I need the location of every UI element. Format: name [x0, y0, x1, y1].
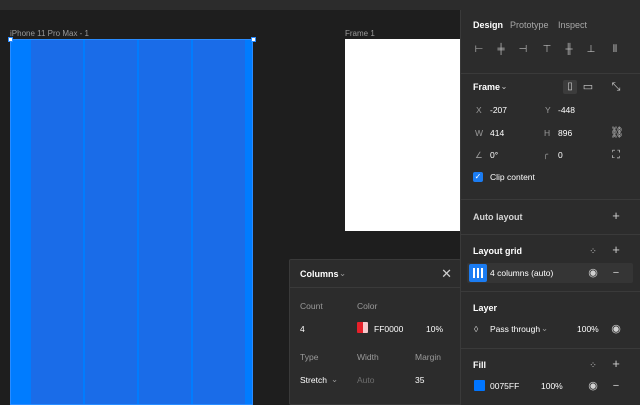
- resize-to-fit-icon[interactable]: ⤡: [610, 81, 622, 93]
- corner-radius-icon: ╭: [543, 149, 549, 159]
- frame-label-iphone[interactable]: iPhone 11 Pro Max - 1: [10, 29, 89, 38]
- y-label: Y: [545, 105, 551, 115]
- distribute-icon[interactable]: ⫴: [609, 44, 621, 56]
- tab-inspect[interactable]: Inspect: [558, 20, 587, 30]
- resize-handle-top-right[interactable]: [251, 37, 256, 42]
- fill-styles-icon[interactable]: ⁘: [587, 359, 599, 371]
- design-panel: Design Prototype Inspect ⊢ ╪ ⊣ ⊤ ╫ ⊥ ⫴ F…: [460, 10, 640, 405]
- type-label: Type: [300, 352, 319, 362]
- rotation-icon: ∠: [475, 150, 483, 160]
- frame-section-title: Frame: [473, 82, 501, 92]
- landscape-icon[interactable]: ▭: [582, 81, 594, 93]
- x-label: X: [476, 105, 482, 115]
- layer-opacity-input[interactable]: 100%: [577, 324, 599, 334]
- clip-content-checkbox[interactable]: ✓: [473, 172, 483, 182]
- auto-layout-title: Auto layout: [473, 212, 523, 222]
- grid-column: [193, 39, 245, 405]
- add-auto-layout-icon[interactable]: +: [610, 209, 622, 222]
- margin-input[interactable]: 35: [415, 375, 424, 385]
- frame-section: Frame ⌄ ▯ ▭ ⤡ X -207 Y -448 W 414 H 896 …: [461, 74, 640, 200]
- layout-grid-section: Layout grid ⁘ + 4 columns (auto) ◉ −: [461, 235, 640, 292]
- layer-title: Layer: [473, 303, 498, 313]
- x-input[interactable]: -207: [490, 105, 507, 115]
- fill-opacity-input[interactable]: 100%: [541, 381, 563, 391]
- grid-column: [31, 39, 83, 405]
- constrain-proportions-icon[interactable]: ⛓: [610, 127, 624, 139]
- align-left-icon[interactable]: ⊢: [473, 44, 485, 56]
- grid-styles-icon[interactable]: ⁘: [587, 245, 599, 257]
- fill-title: Fill: [473, 360, 486, 370]
- column-width-input[interactable]: Auto: [357, 375, 375, 385]
- rotation-input[interactable]: 0°: [490, 150, 498, 160]
- width-input[interactable]: 414: [490, 128, 504, 138]
- close-icon[interactable]: ✕: [441, 267, 452, 280]
- portrait-icon[interactable]: ▯: [563, 80, 577, 94]
- tab-design[interactable]: Design: [473, 20, 503, 30]
- fill-hex-input[interactable]: 0075FF: [490, 381, 519, 391]
- width-label: Width: [357, 352, 379, 362]
- eye-icon[interactable]: ◉: [587, 380, 599, 392]
- frame-1[interactable]: [345, 39, 460, 231]
- alignment-toolbar: ⊢ ╪ ⊣ ⊤ ╫ ⊥ ⫴: [461, 40, 640, 74]
- align-vertical-center-icon[interactable]: ╫: [563, 44, 575, 56]
- chevron-down-icon[interactable]: ⌄: [339, 268, 346, 279]
- chevron-down-icon[interactable]: ⌄: [331, 374, 338, 385]
- align-right-icon[interactable]: ⊣: [517, 44, 529, 56]
- corner-radius-input[interactable]: 0: [558, 150, 563, 160]
- eye-icon[interactable]: ◉: [610, 323, 622, 335]
- type-select[interactable]: Stretch: [300, 375, 327, 385]
- blend-mode-icon: ◊: [474, 324, 479, 334]
- popover-header: Columns ⌄ ✕: [290, 260, 460, 288]
- remove-grid-icon[interactable]: −: [610, 267, 622, 279]
- grid-column: [85, 39, 137, 405]
- fill-section: Fill ⁘ + 0075FF 100% ◉ −: [461, 349, 640, 405]
- grid-color-hex-input[interactable]: FF0000: [374, 324, 403, 334]
- tab-prototype[interactable]: Prototype: [510, 20, 549, 30]
- count-input[interactable]: 4: [300, 324, 305, 334]
- blend-mode-select[interactable]: Pass through: [490, 324, 540, 334]
- margin-label: Margin: [415, 352, 441, 362]
- grid-columns-icon[interactable]: [469, 264, 487, 282]
- columns-popover: Columns ⌄ ✕ Count Color 4 FF0000 10% Typ…: [289, 259, 461, 405]
- grid-color-swatch[interactable]: [357, 322, 368, 333]
- grid-color-opacity-input[interactable]: 10%: [426, 324, 443, 334]
- layout-grid-label: 4 columns (auto): [490, 268, 554, 278]
- layout-grid-title: Layout grid: [473, 246, 522, 256]
- independent-corners-icon[interactable]: ⛶: [610, 149, 622, 161]
- fill-color-swatch[interactable]: [474, 380, 485, 391]
- iphone-frame[interactable]: [10, 39, 253, 405]
- align-horizontal-center-icon[interactable]: ╪: [495, 44, 507, 56]
- resize-handle-top-left[interactable]: [8, 37, 13, 42]
- y-input[interactable]: -448: [558, 105, 575, 115]
- height-input[interactable]: 896: [558, 128, 572, 138]
- w-label: W: [475, 128, 484, 138]
- chevron-down-icon[interactable]: ⌄: [498, 81, 510, 93]
- remove-fill-icon[interactable]: −: [610, 380, 622, 392]
- color-label: Color: [357, 301, 378, 311]
- panel-tabs: Design Prototype Inspect: [461, 10, 640, 40]
- h-label: H: [544, 128, 551, 138]
- grid-type-select[interactable]: Columns: [300, 269, 339, 279]
- auto-layout-section: Auto layout +: [461, 200, 640, 235]
- eye-icon[interactable]: ◉: [587, 267, 599, 279]
- frame-label-frame-1[interactable]: Frame 1: [345, 29, 375, 38]
- grid-column: [139, 39, 191, 405]
- align-bottom-icon[interactable]: ⊥: [585, 44, 597, 56]
- align-top-icon[interactable]: ⊤: [541, 44, 553, 56]
- add-fill-icon[interactable]: +: [610, 357, 622, 370]
- add-grid-icon[interactable]: +: [610, 243, 622, 256]
- chevron-down-icon[interactable]: ⌄: [541, 323, 548, 334]
- top-toolbar-strip: [0, 0, 640, 10]
- clip-content-label: Clip content: [490, 172, 535, 182]
- layer-section: Layer ◊ Pass through ⌄ 100% ◉: [461, 292, 640, 349]
- count-label: Count: [300, 301, 323, 311]
